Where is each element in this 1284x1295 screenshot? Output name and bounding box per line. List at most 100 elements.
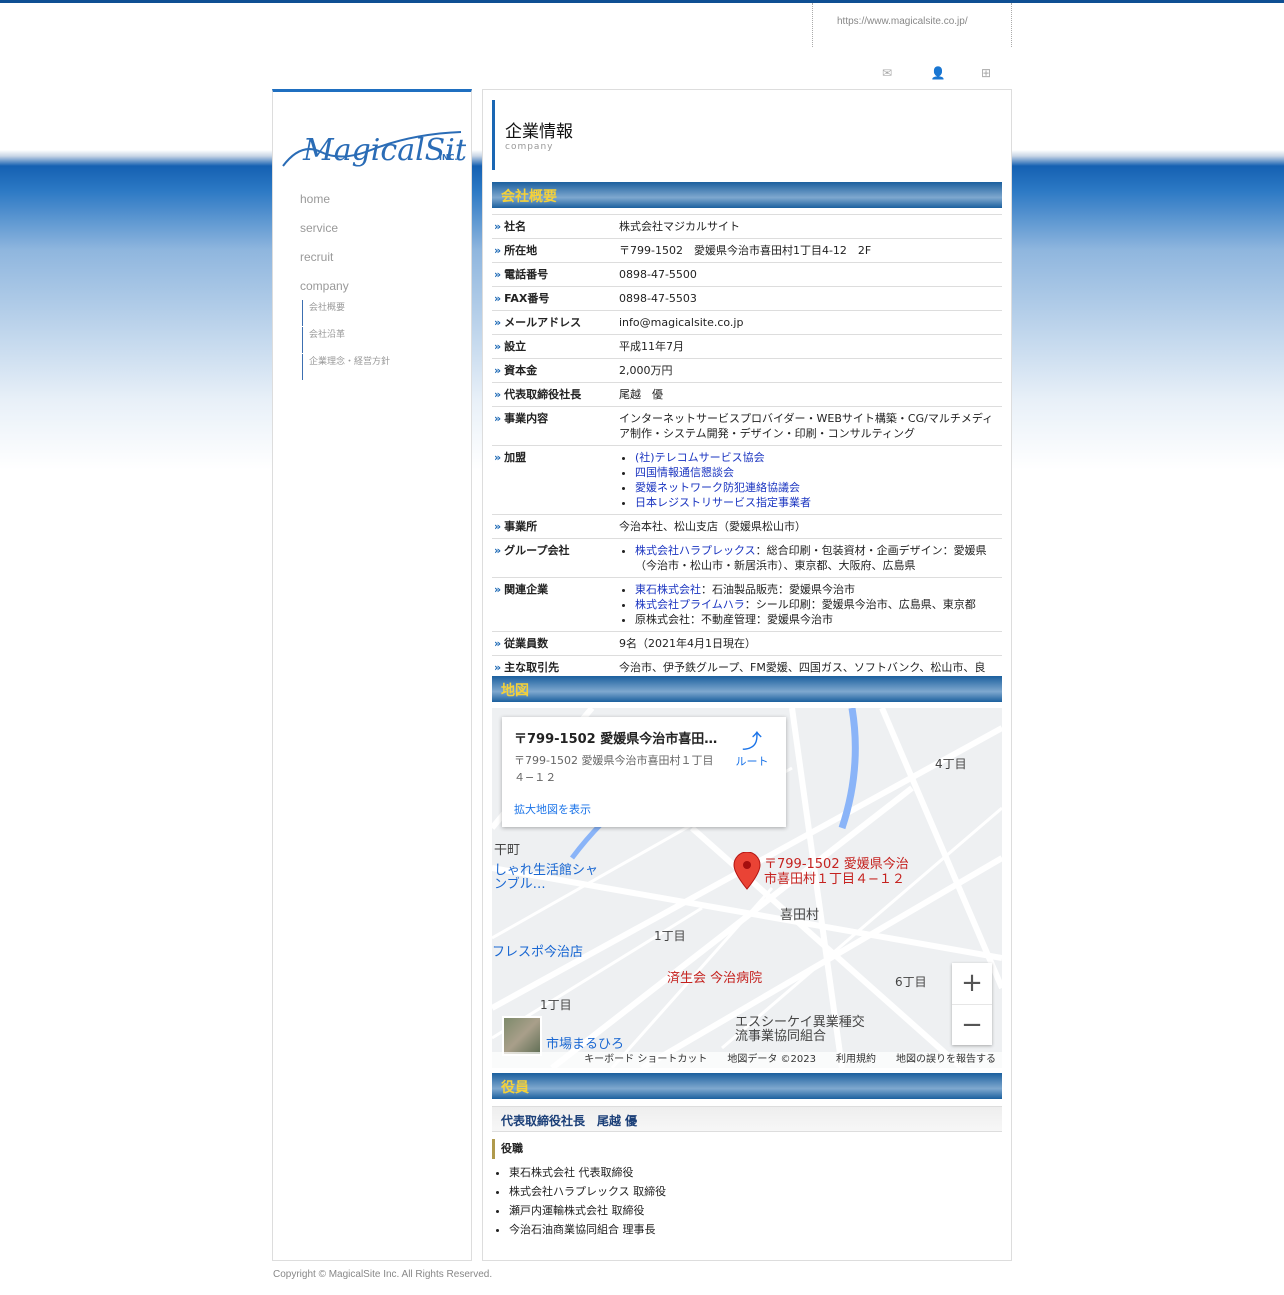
nav-recruit[interactable]: recruit [300, 250, 333, 264]
row-key: » FAX番号 [492, 286, 619, 311]
main-content: 企業情報 company 会社概要 » 社名 株式会社マジカルサイト » 所在地 〒79… [482, 89, 1012, 1261]
table-row: »関連企業 東石株式会社：石油製品販売：愛媛県今治市 株式会社プライムハラ：シー… [492, 577, 1002, 632]
link-telecom[interactable]: (社)テレコムサービス協会 [635, 451, 765, 464]
page-subtitle: company [505, 142, 554, 152]
user-icon[interactable]: 👤 [929, 66, 947, 80]
magicalsite-logo[interactable]: MagicalSite INC. [281, 122, 466, 177]
link-jprs[interactable]: 日本レジストリサービス指定事業者 [635, 496, 811, 509]
enlarge-map-link[interactable]: 拡大地図を表示 [514, 801, 591, 817]
row-key: » 資本金 [492, 358, 619, 383]
url-box: https://www.magicalsite.co.jp/ [812, 3, 1012, 47]
top-line [0, 0, 1284, 3]
link-toseki[interactable]: 東石株式会社 [635, 583, 701, 596]
subnav-overview[interactable]: 会社概要 [302, 300, 432, 326]
sitemap-icon[interactable]: ⊞ [977, 66, 995, 80]
double-arrow-icon: » [494, 268, 502, 281]
row-key: » 電話番号 [492, 262, 619, 287]
google-map[interactable]: 喜田村 1丁目 4丁目 6丁目 済生会 今治病院 フレスポ今治店 市場まるひろ … [492, 708, 1002, 1068]
map-pin-icon[interactable] [732, 852, 762, 890]
section-map: 地図 [492, 676, 1002, 702]
table-row: » 電話番号 0898-47-5500 [492, 262, 1002, 287]
section-overview: 会社概要 [492, 182, 1002, 208]
link-shikoku[interactable]: 四国情報通信懇談会 [635, 466, 734, 479]
double-arrow-icon: » [494, 637, 502, 650]
row-value: 東石株式会社：石油製品販売：愛媛県今治市 株式会社プライムハラ：シール印刷：愛媛… [619, 577, 1002, 632]
directions-icon: ⤴ [742, 729, 762, 753]
mail-icon[interactable]: ✉ [878, 66, 896, 80]
map-label-maruhiro[interactable]: 市場まるひろ [546, 1033, 624, 1052]
link-haraplex[interactable]: 株式会社ハラプレックス [635, 544, 756, 557]
nav-service[interactable]: service [300, 221, 338, 235]
map-label: 干町 [494, 843, 521, 858]
double-arrow-icon: » [494, 451, 502, 464]
double-arrow-icon: » [494, 583, 502, 596]
row-value: 0898-47-5500 [619, 262, 1002, 287]
row-value: (社)テレコムサービス協会 四国情報通信懇談会 愛媛ネットワーク防犯連絡協議会 … [619, 445, 1002, 515]
row-value: 〒799-1502 愛媛県今治市喜田村1丁目4-12 2F [619, 238, 1002, 263]
table-row: » 事業所 今治本社、松山支店（愛媛県松山市） [492, 514, 1002, 539]
officer-name-bar: 代表取締役社長 尾越 優 [492, 1106, 1002, 1132]
map-label-kitamura: 喜田村 [780, 908, 820, 923]
route-button[interactable]: ⤴ ルート [732, 729, 772, 769]
row-value: 株式会社マジカルサイト [619, 214, 1002, 239]
list-item: 株式会社ハラプレックス 取締役 [509, 1182, 666, 1201]
row-key: » 関連企業 [492, 577, 619, 632]
role-heading: 役職 [492, 1139, 523, 1159]
zoom-in-button[interactable]: + [952, 963, 992, 1004]
row-key: » 社名 [492, 214, 619, 239]
table-row: » 社名 株式会社マジカルサイト [492, 214, 1002, 239]
page-title: 企業情報 [505, 122, 573, 142]
double-arrow-icon: » [494, 244, 502, 257]
place-title: 〒799-1502 愛媛県今治市喜田… [514, 732, 718, 747]
double-arrow-icon: » [494, 520, 502, 533]
officer-name: 代表取締役社長 尾越 優 [501, 1114, 638, 1128]
table-row: » 所在地 〒799-1502 愛媛県今治市喜田村1丁目4-12 2F [492, 238, 1002, 263]
nav-company[interactable]: company [300, 279, 349, 293]
zoom-out-button[interactable]: − [952, 1004, 992, 1045]
table-row: »グループ会社 株式会社ハラプレックス：総合印刷・包装資材・企画デザイン：愛媛県… [492, 538, 1002, 578]
logo-text: MagicalSite [302, 133, 466, 168]
row-key: » 加盟 [492, 445, 619, 515]
list-item: 東石株式会社 代表取締役 [509, 1163, 666, 1182]
satellite-thumbnail[interactable] [502, 1016, 542, 1056]
logo-sub: INC. [439, 153, 458, 162]
copyright: Copyright © MagicalSite Inc. All Rights … [273, 1269, 493, 1280]
link-ehime-net[interactable]: 愛媛ネットワーク防犯連絡協議会 [635, 481, 800, 494]
table-row: » 事業内容 インターネットサービスプロバイダー・WEBサイト構築・CG/マルチメデ… [492, 406, 1002, 446]
list-item: 今治石油商業協同組合 理事長 [509, 1220, 666, 1239]
row-value: 9名（2021年4月1日現在） [619, 631, 1002, 656]
double-arrow-icon: » [494, 544, 502, 557]
map-label-fresupo[interactable]: フレスポ今治店 [492, 941, 583, 960]
double-arrow-icon: » [494, 412, 502, 425]
section-officers: 役員 [492, 1073, 1002, 1099]
double-arrow-icon: » [494, 220, 502, 233]
double-arrow-icon: » [494, 388, 502, 401]
email-value: info@magicalsite.co.jp [619, 310, 1002, 335]
double-arrow-icon: » [494, 316, 502, 329]
sidebar: MagicalSite INC. home service recruit co… [272, 89, 472, 1261]
map-footer[interactable]: キーボード ショートカット 地図データ ©2023 利用規約 地図の誤りを報告す… [492, 1052, 1002, 1068]
site-url[interactable]: https://www.magicalsite.co.jp/ [837, 16, 968, 27]
double-arrow-icon: » [494, 661, 502, 674]
link-primehara[interactable]: 株式会社プライムハラ [635, 598, 745, 611]
subnav-philosophy[interactable]: 企業理念・経営方針 [302, 354, 432, 380]
double-arrow-icon: » [494, 340, 502, 353]
row-value: 2,000万円 [619, 358, 1002, 383]
map-label[interactable]: しゃれ生活館シャンブル… [494, 864, 599, 892]
row-key: » 設立 [492, 334, 619, 359]
map-label-sck[interactable]: エスシーケイ異業種交流事業協同組合 [735, 1016, 875, 1044]
nav-home[interactable]: home [300, 192, 330, 206]
list-item: 瀬戸内運輸株式会社 取締役 [509, 1201, 666, 1220]
row-value: インターネットサービスプロバイダー・WEBサイト構築・CG/マルチメディア制作・… [619, 406, 1002, 446]
row-value: 今治本社、松山支店（愛媛県松山市） [619, 514, 1002, 539]
table-row: » 従業員数 9名（2021年4月1日現在） [492, 631, 1002, 656]
map-label: 1丁目 [654, 929, 686, 943]
double-arrow-icon: » [494, 364, 502, 377]
double-arrow-icon: » [494, 292, 502, 305]
table-row: » メールアドレス info@magicalsite.co.jp [492, 310, 1002, 335]
subnav-history[interactable]: 会社沿革 [302, 327, 432, 353]
row-value: 尾越 優 [619, 382, 1002, 407]
map-label-hospital[interactable]: 済生会 今治病院 [667, 967, 762, 986]
row-value: 株式会社ハラプレックス：総合印刷・包装資材・企画デザイン：愛媛県（今治市・松山市… [619, 538, 1002, 578]
row-value: 平成11年7月 [619, 334, 1002, 359]
